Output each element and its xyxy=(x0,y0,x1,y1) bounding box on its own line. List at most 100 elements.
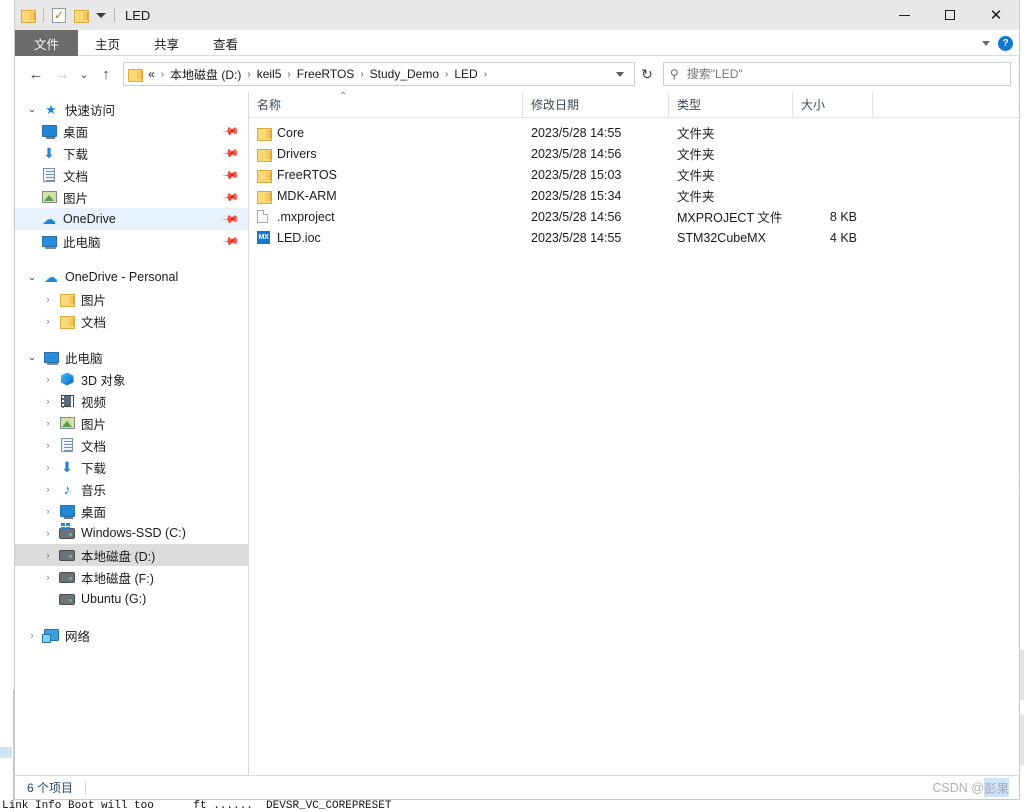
chevron-right-icon[interactable]: › xyxy=(39,462,57,472)
forward-button: → xyxy=(49,61,75,87)
tab-file[interactable]: 文件 xyxy=(15,30,78,56)
help-icon[interactable]: ? xyxy=(998,36,1013,51)
chevron-down-icon[interactable]: ⌄ xyxy=(23,104,41,115)
chevron-down-icon[interactable] xyxy=(982,41,990,46)
column-header-modified[interactable]: 修改日期 xyxy=(523,92,669,118)
customize-caret-icon[interactable] xyxy=(92,4,110,26)
file-rows: Core 2023/5/28 14:55 文件夹 Drivers 2023/5/… xyxy=(249,118,1019,775)
chevron-right-icon[interactable]: › xyxy=(39,572,57,582)
drive-icon xyxy=(57,594,77,605)
chevron-down-icon[interactable]: ⌄ xyxy=(23,352,41,363)
tab-share[interactable]: 共享 xyxy=(137,30,196,56)
recent-locations-button[interactable]: ⌄ xyxy=(75,61,93,87)
sidebar-item-videos[interactable]: › 视频 xyxy=(15,390,248,412)
column-header-size[interactable]: 大小 xyxy=(793,92,873,118)
pin-icon[interactable]: 📌 xyxy=(222,166,241,185)
breadcrumb-separator-4[interactable]: › xyxy=(441,69,452,80)
chevron-right-icon[interactable]: › xyxy=(39,418,57,428)
chevron-right-icon[interactable]: › xyxy=(39,316,57,326)
maximize-button[interactable] xyxy=(927,0,973,30)
chevron-right-icon[interactable]: › xyxy=(39,294,57,304)
sidebar-group-this-pc[interactable]: ⌄ 此电脑 xyxy=(15,346,248,368)
table-row[interactable]: .mxproject 2023/5/28 14:56 MXPROJECT 文件 … xyxy=(249,206,1019,227)
breadcrumb-item-led[interactable]: LED xyxy=(452,67,479,81)
chevron-right-icon[interactable]: › xyxy=(39,484,57,494)
breadcrumb-item-drive[interactable]: 本地磁盘 (D:) xyxy=(168,66,243,83)
sidebar-group-label: OneDrive - Personal xyxy=(65,270,178,284)
chevron-right-icon[interactable]: › xyxy=(39,374,57,384)
sidebar-item-desktop[interactable]: 桌面 📌 xyxy=(15,120,248,142)
sidebar-group-onedrive-personal[interactable]: ⌄ ☁ OneDrive - Personal xyxy=(15,266,248,288)
table-row[interactable]: MDK-ARM 2023/5/28 15:34 文件夹 xyxy=(249,185,1019,206)
chevron-right-icon[interactable]: › xyxy=(39,528,57,538)
sidebar-item-onedrive-pictures[interactable]: › 图片 xyxy=(15,288,248,310)
onedrive-cloud-icon: ☁ xyxy=(39,212,59,226)
breadcrumb-item-study-demo[interactable]: Study_Demo xyxy=(368,67,441,81)
network-icon xyxy=(41,629,61,641)
file-name: Drivers xyxy=(277,147,317,161)
chevron-right-icon[interactable]: › xyxy=(39,396,57,406)
sidebar-item-local-disk-f[interactable]: › 本地磁盘 (F:) xyxy=(15,566,248,588)
sidebar-item-downloads[interactable]: ⬇ 下载 📌 xyxy=(15,142,248,164)
breadcrumb-separator-1[interactable]: › xyxy=(243,69,254,80)
pin-icon[interactable]: 📌 xyxy=(222,144,241,163)
sidebar-item-documents-pc[interactable]: › 文档 xyxy=(15,434,248,456)
sidebar-item-onedrive-documents[interactable]: › 文档 xyxy=(15,310,248,332)
minimize-button[interactable] xyxy=(881,0,927,30)
sidebar-item-this-pc-quick[interactable]: 此电脑 📌 xyxy=(15,230,248,252)
column-header-type[interactable]: 类型 xyxy=(669,92,793,118)
table-row[interactable]: Core 2023/5/28 14:55 文件夹 xyxy=(249,122,1019,143)
refresh-button[interactable]: ↻ xyxy=(635,62,659,86)
new-folder-icon[interactable] xyxy=(70,4,92,26)
sidebar-item-windows-ssd-c[interactable]: › Windows-SSD (C:) xyxy=(15,522,248,544)
pin-icon[interactable]: 📌 xyxy=(222,188,241,207)
sidebar-item-music[interactable]: › ♪ 音乐 xyxy=(15,478,248,500)
table-row[interactable]: MX LED.ioc 2023/5/28 14:55 STM32CubeMX 4… xyxy=(249,227,1019,248)
tab-view[interactable]: 查看 xyxy=(196,30,255,56)
sidebar-item-label: 视频 xyxy=(81,392,106,411)
chevron-right-icon[interactable]: › xyxy=(39,440,57,450)
breadcrumb-separator-2[interactable]: › xyxy=(283,69,294,80)
chevron-right-icon[interactable]: › xyxy=(39,550,57,560)
sidebar-item-documents[interactable]: 文档 📌 xyxy=(15,164,248,186)
search-box[interactable]: ⚲ xyxy=(663,62,1011,86)
pin-icon[interactable]: 📌 xyxy=(222,210,241,229)
file-size: 4 KB xyxy=(793,231,873,245)
close-button[interactable]: ✕ xyxy=(973,0,1019,30)
chevron-down-icon[interactable]: ⌄ xyxy=(23,272,41,283)
sidebar-item-label: 下载 xyxy=(81,458,106,477)
breadcrumb-separator-3[interactable]: › xyxy=(356,69,367,80)
column-header-label: 大小 xyxy=(801,96,825,113)
address-bar[interactable]: « › 本地磁盘 (D:) › keil5 › FreeRTOS › Study… xyxy=(123,62,635,86)
sidebar-item-local-disk-d[interactable]: › 本地磁盘 (D:) xyxy=(15,544,248,566)
tab-home[interactable]: 主页 xyxy=(78,30,137,56)
sidebar-item-desktop-pc[interactable]: › 桌面 xyxy=(15,500,248,522)
back-button[interactable]: ← xyxy=(23,61,49,87)
sidebar-item-downloads-pc[interactable]: › ⬇ 下载 xyxy=(15,456,248,478)
sidebar-item-pictures-pc[interactable]: › 图片 xyxy=(15,412,248,434)
sidebar-item-3d-objects[interactable]: › 3D 对象 xyxy=(15,368,248,390)
search-input[interactable] xyxy=(687,67,1004,81)
pin-icon[interactable]: 📌 xyxy=(222,122,241,141)
sidebar-group-network[interactable]: › 网络 xyxy=(15,624,248,646)
pin-icon[interactable]: 📌 xyxy=(222,232,241,251)
breadcrumb-item-freertos[interactable]: FreeRTOS xyxy=(295,67,357,81)
column-header-name[interactable]: 名称 ⌃ xyxy=(249,92,523,118)
address-dropdown-icon[interactable] xyxy=(616,72,624,77)
sidebar-item-pictures[interactable]: 图片 📌 xyxy=(15,186,248,208)
breadcrumb-separator-5[interactable]: › xyxy=(480,69,491,80)
table-row[interactable]: FreeRTOS 2023/5/28 15:03 文件夹 xyxy=(249,164,1019,185)
navigation-pane[interactable]: ⌄ ★ 快速访问 桌面 📌 ⬇ 下载 📌 文档 📌 图片 xyxy=(15,92,249,775)
breadcrumb-prefix: « xyxy=(146,67,157,81)
sidebar-group-quick-access[interactable]: ⌄ ★ 快速访问 xyxy=(15,98,248,120)
sidebar-item-ubuntu-g[interactable]: Ubuntu (G:) xyxy=(15,588,248,610)
chevron-right-icon[interactable]: › xyxy=(23,630,41,640)
sidebar-item-onedrive[interactable]: ☁ OneDrive 📌 xyxy=(15,208,248,230)
properties-icon[interactable] xyxy=(48,4,70,26)
table-row[interactable]: Drivers 2023/5/28 14:56 文件夹 xyxy=(249,143,1019,164)
file-modified: 2023/5/28 14:55 xyxy=(523,231,669,245)
up-button[interactable]: ↑ xyxy=(93,61,119,87)
chevron-right-icon[interactable]: › xyxy=(39,506,57,516)
breadcrumb-item-keil5[interactable]: keil5 xyxy=(255,67,284,81)
folder-icon[interactable] xyxy=(17,4,39,26)
